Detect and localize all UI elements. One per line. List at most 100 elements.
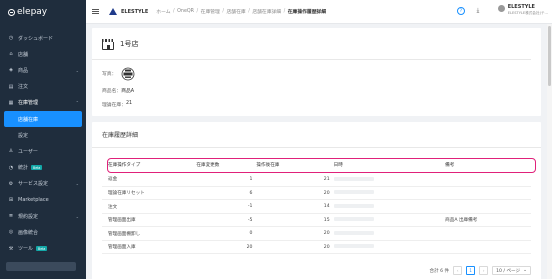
avatar <box>497 5 505 12</box>
sidebar-item-stats[interactable]: ◔ 統計 Beta <box>0 160 86 176</box>
elepay-logo[interactable]: elepay <box>0 0 86 24</box>
sidebar-item-label: ツール <box>18 246 34 253</box>
table-header-row: 在庫操作タイプ 在庫変更数 操作後在庫 日時 備考 <box>102 158 531 173</box>
cell-change: -1 <box>247 204 253 210</box>
sidebar: elepay ◷ ダッシュボード ⌂ 店舗 ◈ 商品 ⌄ ▤ 注文 ▦ 在庫管理 ⌃ 店舗在庫… <box>0 0 86 279</box>
cell-change: 6 <box>249 190 253 196</box>
divider <box>92 147 541 148</box>
sidebar-item-inventory[interactable]: ▦ 在庫管理 ⌃ <box>0 95 86 111</box>
sidebar-item-label: ユーザー <box>18 148 38 155</box>
cell-type: 管理画面棚卸し <box>108 231 141 237</box>
stats-icon: ◔ <box>8 164 14 171</box>
cell-after: 15 <box>323 217 330 223</box>
cell-after: 20 <box>323 244 330 250</box>
sidebar-item-store-stock[interactable]: 店舗在庫 <box>4 110 82 128</box>
cell-note <box>445 240 531 254</box>
sidebar-item-label: Marketplace <box>18 196 49 203</box>
divider <box>92 59 531 60</box>
elepay-logo-mark-icon <box>8 8 15 16</box>
help-icon[interactable]: ? <box>457 7 465 15</box>
user-icon: ♙ <box>8 148 14 155</box>
cell-type: 注文 <box>108 204 118 210</box>
prev-page-button[interactable]: ‹ <box>453 266 463 275</box>
cell-datetime <box>333 240 446 254</box>
topbar-icons: ? ⤓ <box>457 7 482 15</box>
shop-name: 1号店 <box>120 40 139 48</box>
account-name: ELESTYLE <box>507 4 535 10</box>
settings-icon: ⚙ <box>8 180 14 187</box>
pagination: 合計 6 件 ‹ 1 › 10 / ページ ⌄ <box>430 266 531 275</box>
column-header-datetime[interactable]: 日時 <box>334 158 446 173</box>
sidebar-item-user[interactable]: ♙ ユーザー <box>0 143 86 159</box>
cell-after: 20 <box>323 190 330 196</box>
product-name-label: 商品名： <box>102 88 122 94</box>
cell-type: 管理画面入庫 <box>108 245 136 251</box>
column-header-after[interactable]: 操作後在庫 <box>256 158 333 173</box>
theoretical-stock-value: 21 <box>126 100 133 106</box>
sidebar-item-terms[interactable]: ≣ 規約設定 ⌄ <box>0 208 86 224</box>
topbar: ELESTYLE ホーム / OneQR / 在庫管理 / 店舗在庫 / 店舗在庫詳細 /… <box>86 0 552 24</box>
page-size-select[interactable]: 10 / ページ ⌄ <box>492 266 531 275</box>
terms-icon: ≣ <box>8 213 14 220</box>
column-header-change[interactable]: 在庫変更数 <box>196 158 256 173</box>
breadcrumb-oneqr[interactable]: OneQR <box>177 9 194 14</box>
product-photo-image[interactable] <box>121 67 135 81</box>
breadcrumb-inventory[interactable]: 在庫管理 <box>201 8 220 15</box>
stock-history-card: 在庫履歴詳細 在庫操作タイプ 在庫変更数 操作後在庫 日時 備考 返金 1 21… <box>92 122 541 279</box>
sidebar-item-marketplace[interactable]: ⊞ Marketplace <box>0 192 86 208</box>
cell-after: 20 <box>323 231 330 237</box>
chevron-down-icon: ⌄ <box>75 67 79 73</box>
download-icon[interactable]: ⤓ <box>474 7 482 15</box>
sidebar-item-product[interactable]: ◈ 商品 ⌄ <box>0 62 86 78</box>
sidebar-item-order[interactable]: ▤ 注文 <box>0 79 86 95</box>
store-name: ELESTYLE <box>121 8 149 15</box>
column-header-note[interactable]: 備考 <box>445 158 531 173</box>
cell-after: 14 <box>323 204 330 210</box>
page-scrollbar[interactable] <box>547 24 552 279</box>
sidebar-item-label: 注文 <box>18 84 29 91</box>
sidebar-item-images[interactable]: ◎ 画像統合 <box>0 224 86 240</box>
store-switcher[interactable]: ELESTYLE <box>109 8 148 15</box>
sidebar-item-service-settings[interactable]: ⚙ サービス設定 ⌄ <box>0 176 86 192</box>
next-page-button[interactable]: › <box>479 266 489 275</box>
tag-icon: ◈ <box>9 67 13 74</box>
redacted-user-block <box>6 262 76 271</box>
chevron-down-icon: ⌄ <box>75 213 79 219</box>
sidebar-item-store[interactable]: ⌂ 店舗 <box>0 46 86 62</box>
cell-datetime <box>333 213 446 227</box>
scrollbar-thumb[interactable] <box>548 26 551 86</box>
cell-type: 理論在庫リセット <box>108 191 145 197</box>
sidebar-item-label: 在庫管理 <box>18 100 39 107</box>
cell-datetime <box>333 186 446 200</box>
cell-change: -5 <box>247 217 253 223</box>
cell-change: 0 <box>249 231 253 237</box>
sidebar-item-dashboard[interactable]: ◷ ダッシュボード <box>0 30 86 46</box>
column-header-type[interactable]: 在庫操作タイプ <box>102 158 196 173</box>
redacted-datetime <box>333 217 374 222</box>
cell-note <box>445 200 531 214</box>
menu-toggle-icon[interactable] <box>92 8 99 15</box>
sidebar-item-label: サービス設定 <box>18 181 49 188</box>
table-row: 管理画面出庫 -5 15 商品A 出庫備考 <box>102 213 531 227</box>
cell-datetime <box>333 200 446 214</box>
cell-datetime <box>333 173 446 187</box>
sidebar-item-settings[interactable]: 設定 <box>0 127 86 143</box>
redacted-datetime <box>333 203 374 208</box>
breadcrumb-home[interactable]: ホーム <box>156 8 170 15</box>
cell-datetime <box>333 227 446 241</box>
table-row: 注文 -1 14 <box>102 200 531 214</box>
table-row: 管理画面棚卸し 0 20 <box>102 227 531 241</box>
cell-note: 商品A 出庫備考 <box>445 218 478 224</box>
breadcrumb-store-stock-detail[interactable]: 店舗在庫詳細 <box>252 8 281 15</box>
section-title: 在庫履歴詳細 <box>102 132 139 139</box>
breadcrumb-current: 在庫操作履歴詳細 <box>287 10 327 15</box>
page-1-button[interactable]: 1 <box>466 266 476 275</box>
cell-change: 1 <box>249 176 253 182</box>
cell-type: 返金 <box>108 177 118 183</box>
page-size-value: 10 / ページ <box>496 268 521 274</box>
breadcrumb-store-stock[interactable]: 店舗在庫 <box>226 8 245 15</box>
redacted-datetime <box>333 244 374 249</box>
sidebar-item-label: 画像統合 <box>18 229 39 236</box>
account-menu[interactable]: ELESTYLE ELESTYLE株式会社(テ... <box>497 4 548 16</box>
sidebar-item-tools[interactable]: ⚒ ツール Beta <box>0 240 86 256</box>
